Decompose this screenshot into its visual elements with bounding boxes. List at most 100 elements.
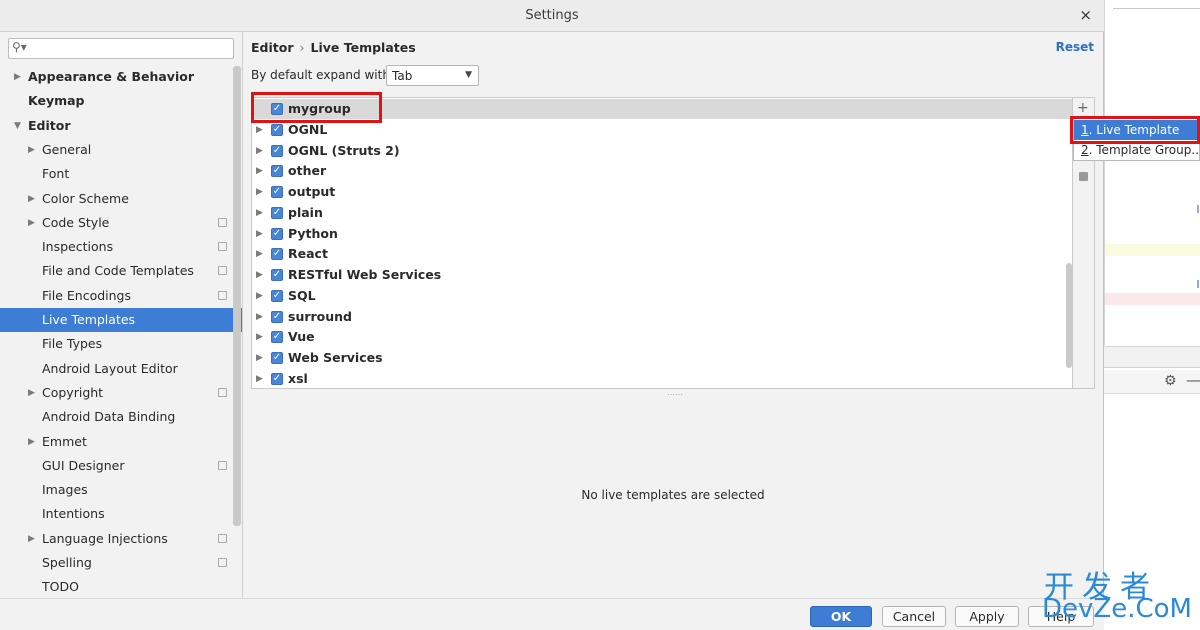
menu-item-label: . Template Group... <box>1088 143 1200 157</box>
sidebar-item-label: Live Templates <box>42 312 136 327</box>
collapsed-arrow-icon[interactable]: ▶ <box>256 265 263 285</box>
scroll-marker <box>1197 280 1199 288</box>
sidebar-item-gui-designer[interactable]: GUI Designer <box>0 454 242 478</box>
sidebar-item-label: Copyright <box>42 384 104 400</box>
sidebar-item-spelling[interactable]: Spelling <box>0 551 242 575</box>
template-group-row[interactable]: ▶ ✓ OGNL (Struts 2) <box>252 141 1072 161</box>
collapsed-arrow-icon[interactable]: ▶ <box>256 203 263 223</box>
group-checkbox[interactable]: ✓ <box>271 123 283 136</box>
collapsed-arrow-icon[interactable]: ▶ <box>256 327 263 347</box>
sidebar-item-emmet[interactable]: ▶ Emmet <box>0 430 242 454</box>
list-scrollbar[interactable] <box>1066 263 1072 368</box>
sidebar-item-copyright[interactable]: ▶ Copyright <box>0 381 242 405</box>
settings-dialog: Settings × ⚲▾ ▶ Appearance & Behavior Keym… <box>0 0 1104 630</box>
template-group-row[interactable]: ▶ ✓ plain <box>252 203 1072 223</box>
group-checkbox[interactable]: ✓ <box>271 352 283 364</box>
collapsed-arrow-icon[interactable]: ▶ <box>28 381 35 405</box>
sidebar-item-intentions[interactable]: Intentions <box>0 502 242 526</box>
sidebar-scrollbar[interactable] <box>233 66 241 526</box>
sidebar-item-inspections[interactable]: Inspections <box>0 235 242 259</box>
collapsed-arrow-icon[interactable]: ▶ <box>256 141 263 161</box>
add-icon[interactable]: + <box>1077 100 1089 116</box>
gear-icon[interactable]: ⚙ <box>1164 373 1177 389</box>
group-checkbox[interactable]: ✓ <box>271 186 283 198</box>
template-group-name: React <box>288 246 328 262</box>
sidebar-item-android-layout-editor[interactable]: Android Layout Editor <box>0 357 242 381</box>
group-checkbox[interactable]: ✓ <box>271 372 283 385</box>
group-checkbox[interactable]: ✓ <box>271 144 283 157</box>
collapsed-arrow-icon[interactable]: ▶ <box>28 187 35 211</box>
collapsed-arrow-icon[interactable]: ▶ <box>256 307 263 327</box>
template-group-row[interactable]: ▶ ✓ Python <box>252 224 1072 244</box>
copy-icon[interactable] <box>1079 172 1088 181</box>
template-group-row[interactable]: ▶ ✓ SQL <box>252 286 1072 306</box>
sidebar-item-label: Editor <box>28 117 71 133</box>
sidebar-item-live-templates[interactable]: Live Templates <box>0 308 242 332</box>
template-group-row[interactable]: ▶ ✓ React <box>252 244 1072 264</box>
collapsed-arrow-icon[interactable]: ▶ <box>256 224 263 244</box>
sidebar-item-color-scheme[interactable]: ▶ Color Scheme <box>0 187 242 211</box>
group-checkbox[interactable]: ✓ <box>271 206 283 219</box>
sidebar-item-language-injections[interactable]: ▶ Language Injections <box>0 527 242 551</box>
dialog-footer: OK Cancel Apply Help <box>0 598 1104 630</box>
apply-button[interactable]: Apply <box>955 606 1019 627</box>
sidebar-item-label: Inspections <box>42 239 114 255</box>
minimize-icon[interactable]: — <box>1186 371 1200 389</box>
collapsed-arrow-icon[interactable]: ▶ <box>28 138 35 162</box>
collapsed-arrow-icon[interactable]: ▶ <box>28 430 35 454</box>
expanded-arrow-icon[interactable]: ▼ <box>14 114 21 138</box>
collapsed-arrow-icon[interactable]: ▶ <box>256 369 263 388</box>
template-group-row[interactable]: ▶ ✓ other <box>252 161 1072 181</box>
group-checkbox[interactable]: ✓ <box>271 248 283 261</box>
sidebar-item-keymap[interactable]: Keymap <box>0 89 242 113</box>
collapsed-arrow-icon[interactable]: ▶ <box>28 527 35 551</box>
sidebar-item-images[interactable]: Images <box>0 478 242 502</box>
sidebar-item-todo[interactable]: TODO <box>0 575 242 598</box>
template-group-list: ▶ ✓ xsl ▶ ✓ Web Services ▶ ✓ Vue ▶ ✓ surround ▶ ✓ SQL ▶… <box>251 97 1073 389</box>
title-bar: Settings × <box>0 0 1104 32</box>
tool-window-header: ⚙ — <box>1104 370 1200 394</box>
group-checkbox[interactable]: ✓ <box>271 269 283 281</box>
template-group-row[interactable]: ▶ ✓ xsl <box>252 369 1072 388</box>
splitter-handle[interactable]: ⋯⋯ <box>667 390 683 399</box>
collapsed-arrow-icon[interactable]: ▶ <box>256 161 263 181</box>
template-group-name: RESTful Web Services <box>288 267 442 282</box>
sidebar-item-editor[interactable]: ▼ Editor <box>0 114 242 138</box>
cancel-button[interactable]: Cancel <box>882 606 946 627</box>
collapsed-arrow-icon[interactable]: ▶ <box>256 348 263 368</box>
sidebar-item-android-data-binding[interactable]: Android Data Binding <box>0 405 242 429</box>
close-icon[interactable]: × <box>1079 6 1092 24</box>
template-group-row[interactable]: ▶ ✓ surround <box>252 307 1072 327</box>
sidebar-item-font[interactable]: Font <box>0 162 242 186</box>
sidebar-item-appearance-behavior[interactable]: ▶ Appearance & Behavior <box>0 65 242 89</box>
sidebar-item-file-encodings[interactable]: File Encodings <box>0 284 242 308</box>
template-group-row[interactable]: ▶ ✓ Vue <box>252 327 1072 347</box>
group-checkbox[interactable]: ✓ <box>271 165 283 178</box>
group-checkbox[interactable]: ✓ <box>271 289 283 302</box>
group-checkbox[interactable]: ✓ <box>271 227 283 240</box>
group-checkbox[interactable]: ✓ <box>271 310 283 323</box>
sidebar-item-code-style[interactable]: ▶ Code Style <box>0 211 242 235</box>
breadcrumb-current: Live Templates <box>310 40 416 55</box>
breadcrumb: Editor › Live Templates <box>251 40 416 55</box>
template-group-name: SQL <box>288 287 316 303</box>
template-group-name: OGNL (Struts 2) <box>288 142 400 158</box>
collapsed-arrow-icon[interactable]: ▶ <box>256 182 263 202</box>
reset-link[interactable]: Reset <box>1056 40 1094 54</box>
ok-button[interactable]: OK <box>810 606 872 627</box>
group-checkbox[interactable]: ✓ <box>271 331 283 344</box>
search-input[interactable]: ⚲▾ <box>8 38 234 59</box>
collapsed-arrow-icon[interactable]: ▶ <box>256 244 263 264</box>
template-group-row[interactable]: ▶ ✓ output <box>252 182 1072 202</box>
collapsed-arrow-icon[interactable]: ▶ <box>256 286 263 306</box>
sidebar-item-file-and-code-templates[interactable]: File and Code Templates <box>0 259 242 283</box>
template-group-row[interactable]: ▶ ✓ RESTful Web Services <box>252 265 1072 285</box>
collapsed-arrow-icon[interactable]: ▶ <box>28 211 35 235</box>
sidebar-item-file-types[interactable]: File Types <box>0 332 242 356</box>
expand-with-select[interactable]: Tab ▼ <box>386 65 479 86</box>
collapsed-arrow-icon[interactable]: ▶ <box>14 65 21 89</box>
sidebar-item-label: File Encodings <box>42 287 132 303</box>
sidebar-item-general[interactable]: ▶ General <box>0 138 242 162</box>
template-group-row[interactable]: ▶ ✓ Web Services <box>252 348 1072 368</box>
project-settings-icon <box>218 266 227 276</box>
